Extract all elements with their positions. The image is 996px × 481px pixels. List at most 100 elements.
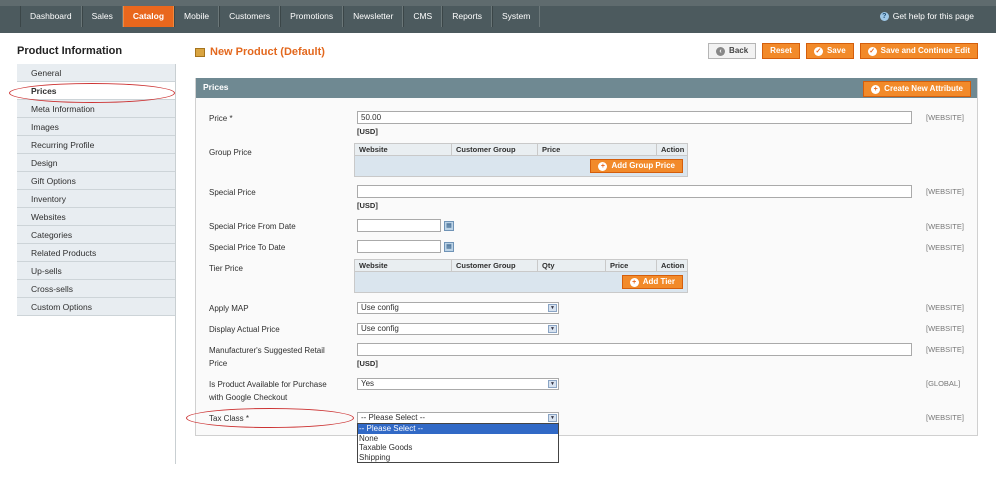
menu-mobile[interactable]: Mobile: [174, 6, 220, 27]
group-price-grid: Website Customer Group Price Action + Add…: [354, 143, 688, 177]
menu-system[interactable]: System: [491, 6, 541, 27]
price-label: Price *: [209, 114, 233, 123]
apply-map-label: Apply MAP: [209, 304, 249, 313]
tax-option-taxable-goods[interactable]: Taxable Goods: [358, 443, 558, 453]
special-to-label: Special Price To Date: [209, 243, 286, 252]
menu-customers[interactable]: Customers: [219, 6, 281, 27]
tax-option-shipping[interactable]: Shipping: [358, 453, 558, 463]
save-button[interactable]: ✓ Save: [805, 43, 854, 59]
sidebar-title: Product Information: [17, 45, 123, 57]
tab-images[interactable]: Images: [17, 118, 176, 136]
create-attribute-label: Create New Attribute: [884, 84, 963, 93]
tab-categories[interactable]: Categories: [17, 226, 176, 244]
add-group-price-button[interactable]: + Add Group Price: [590, 159, 683, 173]
group-col-website: Website: [355, 144, 452, 155]
back-button-label: Back: [729, 46, 749, 55]
main-menu: Dashboard Sales Catalog Mobile Customers…: [20, 6, 541, 27]
sidebar-divider: [175, 64, 176, 464]
tier-price-grid: Website Customer Group Qty Price Action …: [354, 259, 688, 293]
menu-newsletter[interactable]: Newsletter: [343, 6, 404, 27]
menu-sales[interactable]: Sales: [81, 6, 123, 27]
back-arrow-icon: ‹: [716, 46, 726, 56]
tier-col-price: Price: [606, 260, 657, 271]
google-label-line2: with Google Checkout: [209, 393, 288, 402]
chevron-down-icon: ▼: [548, 380, 557, 388]
tab-related-products[interactable]: Related Products: [17, 244, 176, 262]
tab-cross-sells[interactable]: Cross-sells: [17, 280, 176, 298]
special-from-scope: [WEBSITE]: [926, 222, 964, 231]
menu-promotions[interactable]: Promotions: [280, 6, 344, 27]
tax-option-none[interactable]: None: [358, 434, 558, 444]
save-continue-button[interactable]: ✓ Save and Continue Edit: [859, 43, 978, 59]
display-actual-select[interactable]: Use config ▼: [357, 323, 559, 335]
display-actual-label: Display Actual Price: [209, 325, 280, 334]
apply-map-select[interactable]: Use config ▼: [357, 302, 559, 314]
special-price-input[interactable]: [357, 185, 912, 198]
tab-general[interactable]: General: [17, 64, 176, 82]
price-currency: [USD]: [357, 127, 378, 136]
add-group-price-label: Add Group Price: [611, 161, 675, 170]
tab-design[interactable]: Design: [17, 154, 176, 172]
menu-dashboard[interactable]: Dashboard: [20, 6, 82, 27]
help-link[interactable]: ? Get help for this page: [879, 11, 974, 21]
help-icon: ?: [879, 11, 889, 21]
tab-gift-options[interactable]: Gift Options: [17, 172, 176, 190]
add-tier-button[interactable]: + Add Tier: [621, 275, 683, 289]
msrp-label-line2: Price: [209, 359, 228, 368]
tab-inventory[interactable]: Inventory: [17, 190, 176, 208]
tier-col-qty: Qty: [538, 260, 606, 271]
add-tier-icon: +: [629, 277, 639, 287]
header-buttons: ‹ Back Reset ✓ Save ✓ Save and Continue Edi…: [708, 43, 978, 59]
msrp-scope: [WEBSITE]: [926, 345, 964, 354]
group-price-body: + Add Group Price: [355, 156, 687, 176]
tax-class-dropdown: -- Please Select -- None Taxable Goods S…: [357, 423, 559, 463]
apply-map-scope: [WEBSITE]: [926, 303, 964, 312]
tab-recurring-profile[interactable]: Recurring Profile: [17, 136, 176, 154]
special-price-scope: [WEBSITE]: [926, 187, 964, 196]
google-scope: [GLOBAL]: [926, 379, 961, 388]
tier-col-action: Action: [661, 261, 685, 270]
apply-map-value: Use config: [361, 303, 399, 312]
add-icon: +: [871, 84, 881, 94]
create-attribute-button[interactable]: + Create New Attribute: [863, 81, 971, 97]
msrp-currency: [USD]: [357, 359, 378, 368]
page-title: New Product (Default): [195, 46, 325, 58]
tab-up-sells[interactable]: Up-sells: [17, 262, 176, 280]
highlight-ellipse-prices: [9, 83, 175, 103]
back-button[interactable]: ‹ Back: [708, 43, 757, 59]
tier-price-header: Website Customer Group Qty Price Action: [355, 260, 687, 272]
msrp-input[interactable]: [357, 343, 912, 356]
menu-reports[interactable]: Reports: [442, 6, 492, 27]
special-from-label: Special Price From Date: [209, 222, 296, 231]
save-check-icon: ✓: [813, 46, 823, 56]
tax-class-scope: [WEBSITE]: [926, 413, 964, 422]
page-title-text: New Product (Default): [210, 46, 325, 58]
display-actual-value: Use config: [361, 324, 399, 333]
reset-button-label: Reset: [770, 46, 792, 55]
calendar-icon[interactable]: ▦: [444, 221, 454, 231]
calendar-icon[interactable]: ▦: [444, 242, 454, 252]
google-checkout-value: Yes: [361, 379, 375, 388]
group-col-customer-group: Customer Group: [452, 144, 538, 155]
group-col-price: Price: [538, 144, 657, 155]
panel-header: Prices + Create New Attribute: [196, 78, 977, 98]
reset-button[interactable]: Reset: [762, 43, 800, 59]
menu-cms[interactable]: CMS: [403, 6, 443, 27]
chevron-down-icon: ▼: [548, 325, 557, 333]
google-label-line1: Is Product Available for Purchase: [209, 380, 327, 389]
menu-catalog[interactable]: Catalog: [122, 6, 175, 27]
group-price-header: Website Customer Group Price Action: [355, 144, 687, 156]
special-from-input[interactable]: [357, 219, 441, 232]
google-checkout-select[interactable]: Yes ▼: [357, 378, 559, 390]
group-price-label: Group Price: [209, 148, 252, 157]
save-button-label: Save: [826, 46, 846, 55]
tier-price-label: Tier Price: [209, 264, 243, 273]
tab-websites[interactable]: Websites: [17, 208, 176, 226]
group-col-action: Action: [661, 145, 685, 154]
price-input[interactable]: 50.00: [357, 111, 912, 124]
panel-title: Prices: [203, 82, 229, 92]
tier-price-body: + Add Tier: [355, 272, 687, 292]
special-to-input[interactable]: [357, 240, 441, 253]
tab-custom-options[interactable]: Custom Options: [17, 298, 176, 316]
tax-option-please-select[interactable]: -- Please Select --: [358, 424, 558, 434]
